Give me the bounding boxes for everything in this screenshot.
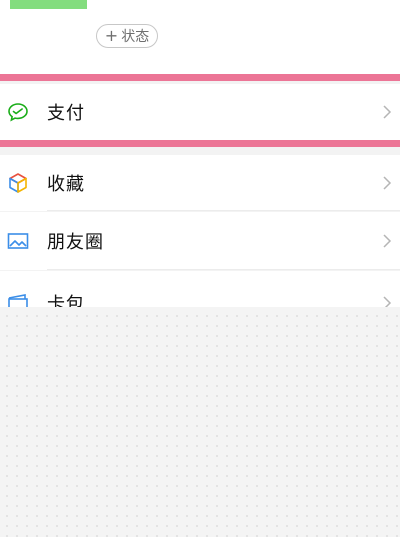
- menu-item-label: 朋友圈: [47, 232, 104, 253]
- status-label: 状态: [121, 29, 150, 45]
- chevron-right-icon: [383, 176, 392, 190]
- wechat-pay-icon: [8, 103, 28, 122]
- section-gap: [0, 147, 400, 155]
- plus-icon: +: [104, 26, 119, 45]
- chevron-right-icon: [383, 234, 392, 248]
- profile-banner-strip: [10, 0, 87, 9]
- menu-item-favorites[interactable]: 收藏: [0, 155, 400, 211]
- add-status-button[interactable]: + 状态: [96, 24, 158, 48]
- menu-item-moments[interactable]: 朋友圈: [0, 212, 400, 270]
- menu-item-cards[interactable]: 卡包: [0, 271, 400, 307]
- row-divider: [47, 210, 400, 211]
- cube-icon: [9, 173, 27, 193]
- chevron-right-icon: [383, 296, 392, 307]
- highlight-line-bottom: [0, 140, 400, 147]
- menu-item-label: 收藏: [47, 174, 85, 195]
- row-divider: [47, 269, 400, 270]
- menu-item-label: 卡包: [47, 294, 85, 307]
- chevron-right-icon: [383, 105, 392, 119]
- menu-item-pay[interactable]: 支付: [0, 84, 400, 140]
- menu-item-label: 支付: [47, 103, 85, 124]
- profile-header: + 状态: [0, 0, 400, 74]
- highlight-line-top: [0, 74, 400, 81]
- card-icon: [8, 294, 28, 307]
- image-icon: [7, 233, 29, 249]
- blank-dotted-panel: [0, 307, 400, 537]
